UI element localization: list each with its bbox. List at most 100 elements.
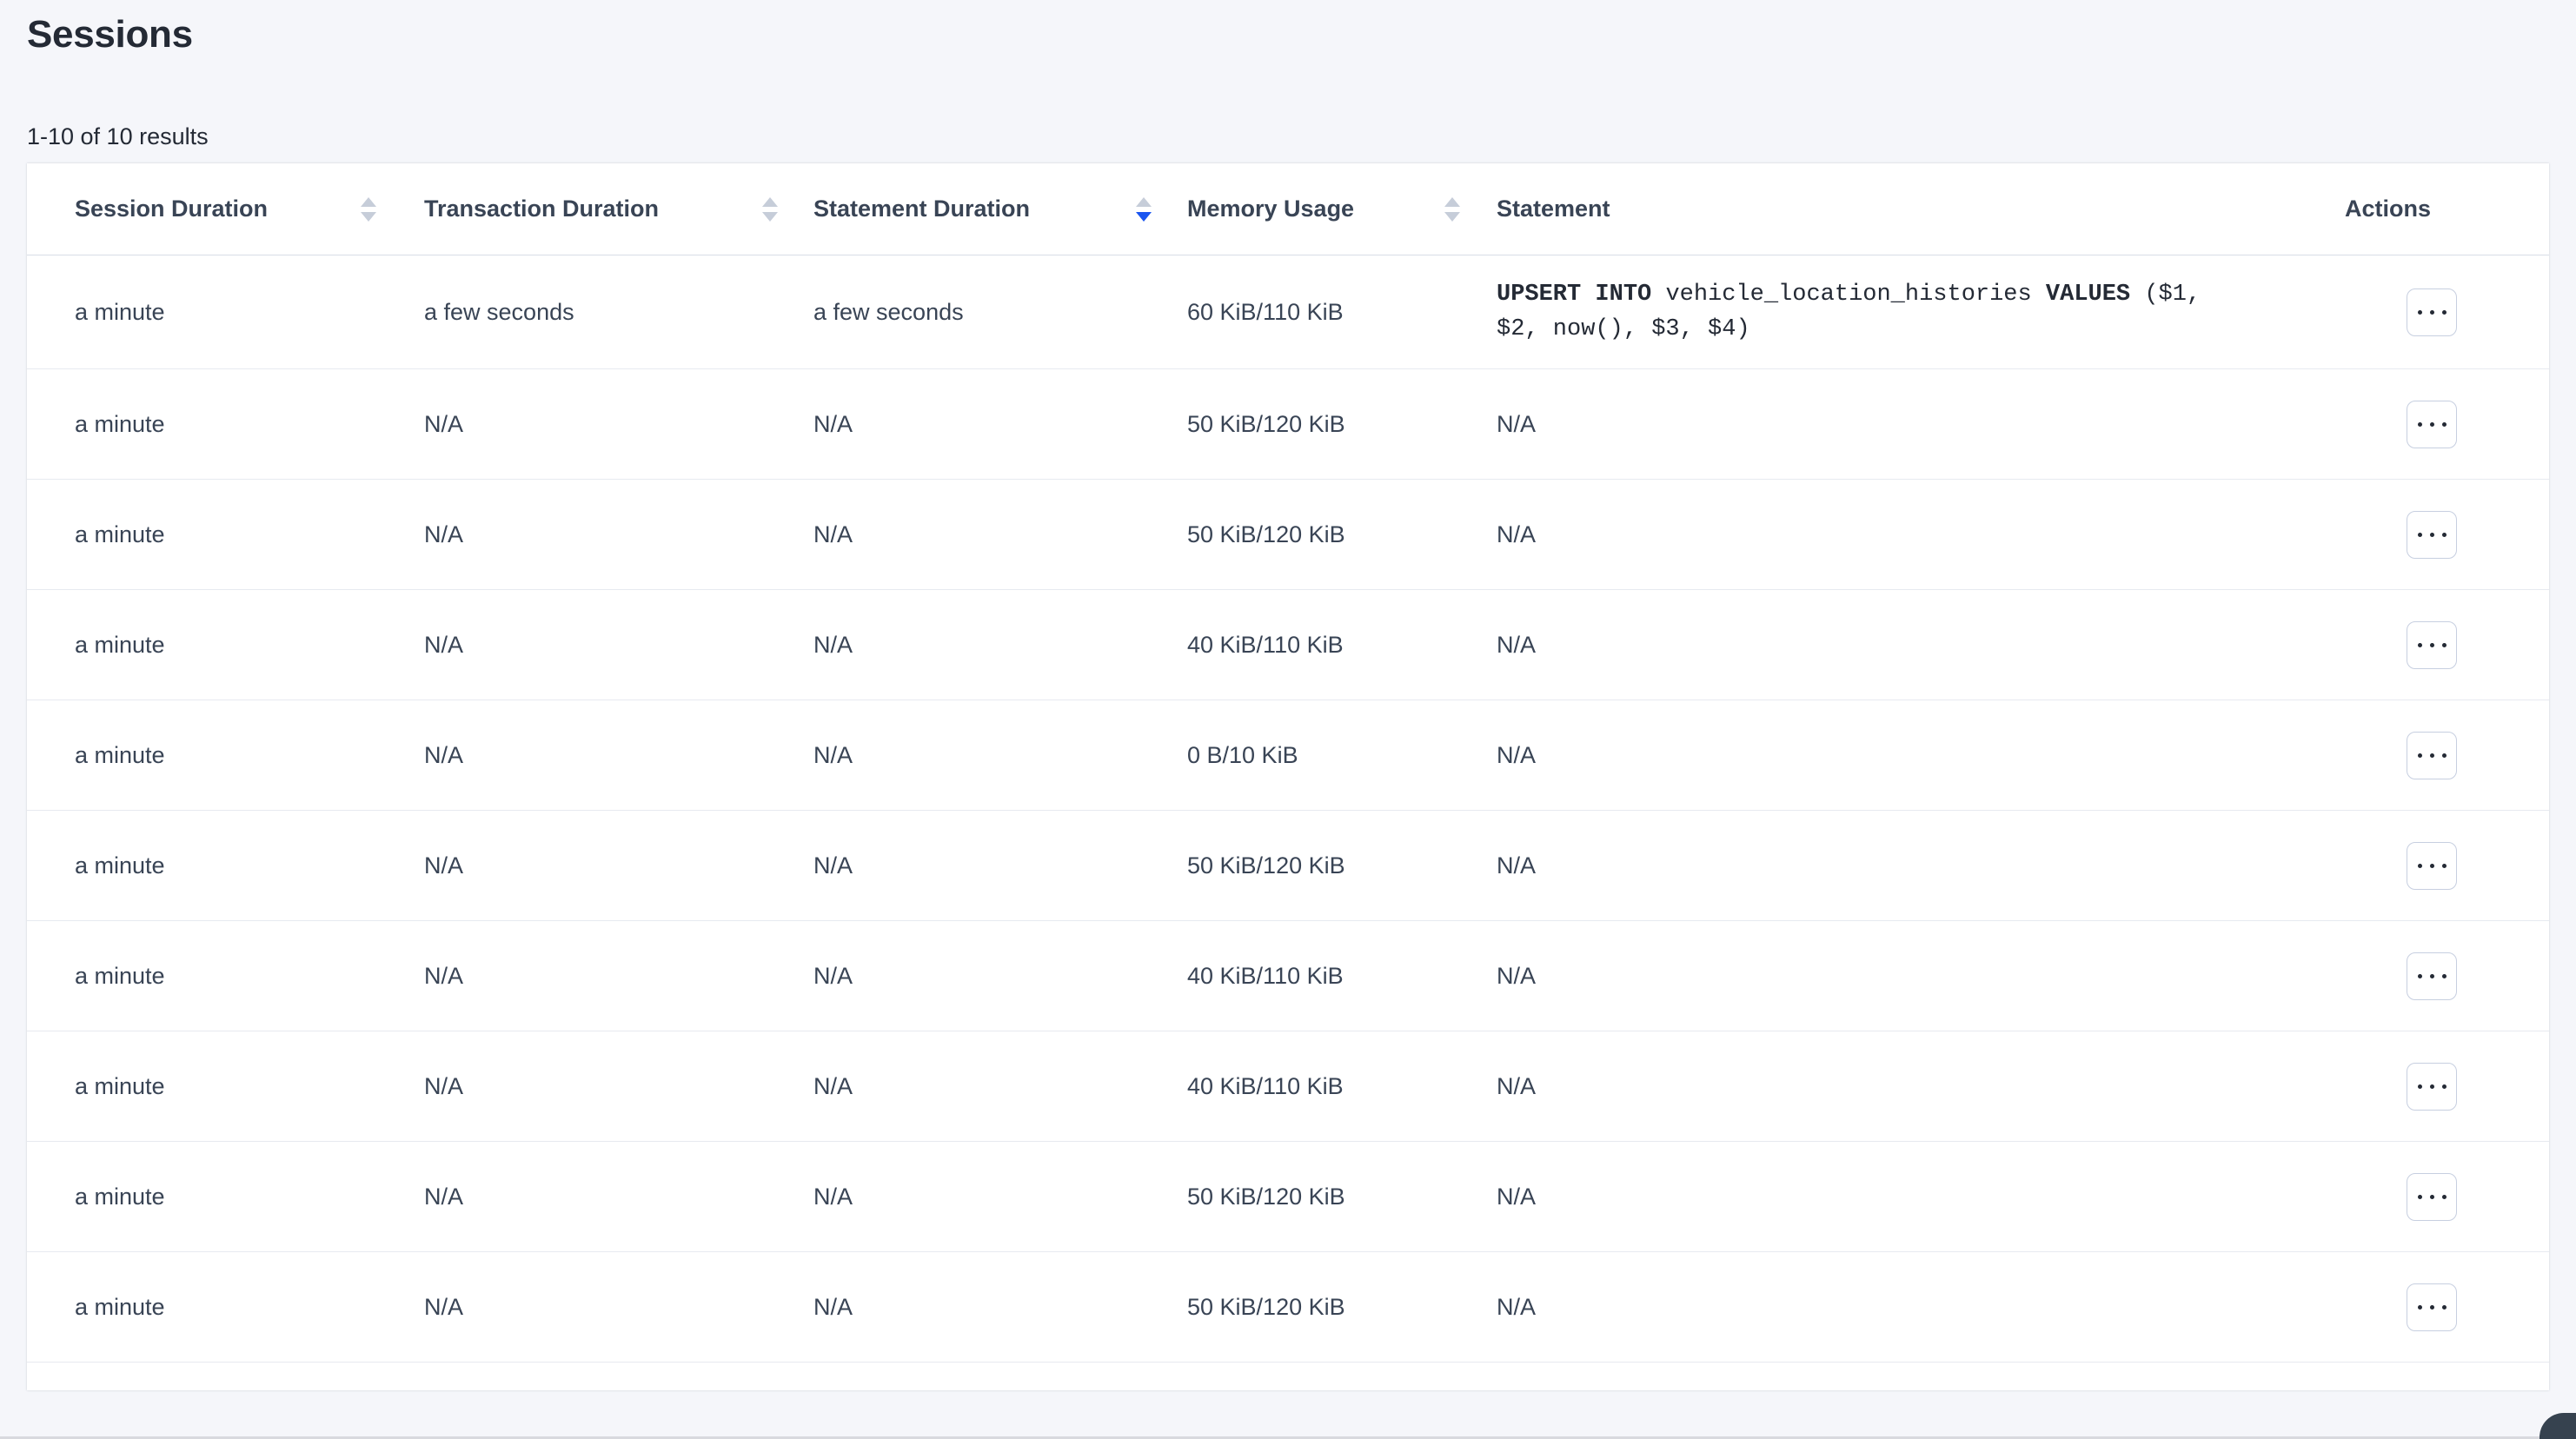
cell-memory-usage: 50 KiB/120 KiB [1172, 1142, 1481, 1252]
session-actions-button[interactable] [2407, 1283, 2457, 1331]
ellipsis-dot [2430, 864, 2434, 868]
ellipsis-dot [2418, 974, 2422, 978]
cell-transaction-duration: N/A [409, 1252, 799, 1363]
sort-desc-icon [762, 212, 778, 222]
cell-statement: N/A [1481, 1031, 2345, 1142]
cell-actions [2345, 1252, 2549, 1363]
sql-line: UPSERT INTO vehicle_location_histories V… [1497, 277, 2319, 312]
session-row: a minuteN/AN/A40 KiB/110 KiBN/A [27, 1031, 2549, 1142]
cell-session-duration: a minute [27, 480, 409, 590]
cell-actions [2345, 369, 2549, 480]
session-row: a minutea few secondsa few seconds60 KiB… [27, 255, 2549, 369]
ellipsis-dot [2430, 310, 2434, 315]
ellipsis-dot [2418, 1084, 2422, 1089]
cell-statement: N/A [1481, 480, 2345, 590]
session-actions-button[interactable] [2407, 1173, 2457, 1221]
session-row: a minuteN/AN/A50 KiB/120 KiBN/A [27, 1252, 2549, 1363]
ellipsis-dot [2442, 864, 2447, 868]
sort-icon [1444, 197, 1460, 222]
cell-statement: N/A [1481, 1142, 2345, 1252]
column-label-actions: Actions [2345, 196, 2431, 222]
sort-icon [762, 197, 778, 222]
session-actions-button[interactable] [2407, 511, 2457, 559]
sql-line: $2, now(), $3, $4) [1497, 312, 2319, 347]
session-row: a minuteN/AN/A50 KiB/120 KiBN/A [27, 1142, 2549, 1252]
ellipsis-dot [2430, 974, 2434, 978]
cell-session-duration: a minute [27, 369, 409, 480]
session-actions-button[interactable] [2407, 732, 2457, 779]
cell-statement: N/A [1481, 369, 2345, 480]
session-actions-button[interactable] [2407, 288, 2457, 336]
cell-statement-duration: N/A [799, 369, 1172, 480]
cell-transaction-duration: N/A [409, 369, 799, 480]
cell-session-duration: a minute [27, 921, 409, 1031]
cell-statement: UPSERT INTO vehicle_location_histories V… [1481, 255, 2345, 369]
cell-statement-duration: a few seconds [799, 255, 1172, 369]
ellipsis-dot [2430, 1084, 2434, 1089]
ellipsis-dot [2418, 310, 2422, 315]
column-label-memory-usage: Memory Usage [1187, 196, 1354, 222]
ellipsis-dot [2418, 864, 2422, 868]
ellipsis-dot [2430, 1195, 2434, 1199]
ellipsis-dot [2442, 1084, 2447, 1089]
session-row: a minuteN/AN/A40 KiB/110 KiBN/A [27, 921, 2549, 1031]
ellipsis-dot [2430, 1305, 2434, 1310]
cell-session-duration: a minute [27, 590, 409, 700]
ellipsis-icon [2418, 422, 2447, 427]
cell-statement-duration: N/A [799, 921, 1172, 1031]
sort-desc-icon [361, 212, 376, 222]
cell-statement: N/A [1481, 921, 2345, 1031]
sort-desc-icon [1444, 212, 1460, 222]
column-header-transaction-duration[interactable]: Transaction Duration [409, 163, 799, 255]
cell-transaction-duration: N/A [409, 480, 799, 590]
session-actions-button[interactable] [2407, 1063, 2457, 1111]
cell-session-duration: a minute [27, 811, 409, 921]
ellipsis-icon [2418, 533, 2447, 537]
cell-session-duration: a minute [27, 700, 409, 811]
cell-statement-duration: N/A [799, 1252, 1172, 1363]
ellipsis-dot [2442, 643, 2447, 647]
cell-actions [2345, 480, 2549, 590]
cell-statement-duration: N/A [799, 811, 1172, 921]
cell-statement: N/A [1481, 811, 2345, 921]
ellipsis-icon [2418, 310, 2447, 315]
ellipsis-dot [2430, 422, 2434, 427]
sort-asc-icon [361, 197, 376, 207]
sql-keyword: VALUES [2046, 282, 2144, 308]
cell-memory-usage: 50 KiB/120 KiB [1172, 1252, 1481, 1363]
cell-transaction-duration: a few seconds [409, 255, 799, 369]
ellipsis-dot [2442, 533, 2447, 537]
ellipsis-dot [2430, 533, 2434, 537]
cell-statement: N/A [1481, 590, 2345, 700]
cell-memory-usage: 0 B/10 KiB [1172, 700, 1481, 811]
column-header-session-duration[interactable]: Session Duration [27, 163, 409, 255]
session-actions-button[interactable] [2407, 401, 2457, 448]
cell-statement-duration: N/A [799, 590, 1172, 700]
sort-icon [361, 197, 376, 222]
cell-memory-usage: 40 KiB/110 KiB [1172, 590, 1481, 700]
ellipsis-icon [2418, 643, 2447, 647]
cursor-artifact [2539, 1413, 2576, 1439]
ellipsis-icon [2418, 1195, 2447, 1199]
ellipsis-dot [2418, 643, 2422, 647]
ellipsis-dot [2418, 1195, 2422, 1199]
results-summary: 1-10 of 10 results [27, 123, 2549, 151]
column-header-statement-duration[interactable]: Statement Duration [799, 163, 1172, 255]
session-row: a minuteN/AN/A50 KiB/120 KiBN/A [27, 369, 2549, 480]
ellipsis-dot [2442, 1195, 2447, 1199]
cell-statement: N/A [1481, 700, 2345, 811]
cell-actions [2345, 811, 2549, 921]
session-actions-button[interactable] [2407, 952, 2457, 1000]
cell-memory-usage: 40 KiB/110 KiB [1172, 921, 1481, 1031]
session-actions-button[interactable] [2407, 842, 2457, 890]
cell-memory-usage: 40 KiB/110 KiB [1172, 1031, 1481, 1142]
cell-transaction-duration: N/A [409, 1142, 799, 1252]
session-actions-button[interactable] [2407, 621, 2457, 669]
ellipsis-icon [2418, 753, 2447, 758]
column-label-statement-duration: Statement Duration [813, 196, 1030, 222]
column-header-memory-usage[interactable]: Memory Usage [1172, 163, 1481, 255]
cell-actions [2345, 255, 2549, 369]
cell-statement-duration: N/A [799, 1031, 1172, 1142]
cell-memory-usage: 60 KiB/110 KiB [1172, 255, 1481, 369]
sql-text: $2, now(), $3, $4) [1497, 316, 1750, 342]
